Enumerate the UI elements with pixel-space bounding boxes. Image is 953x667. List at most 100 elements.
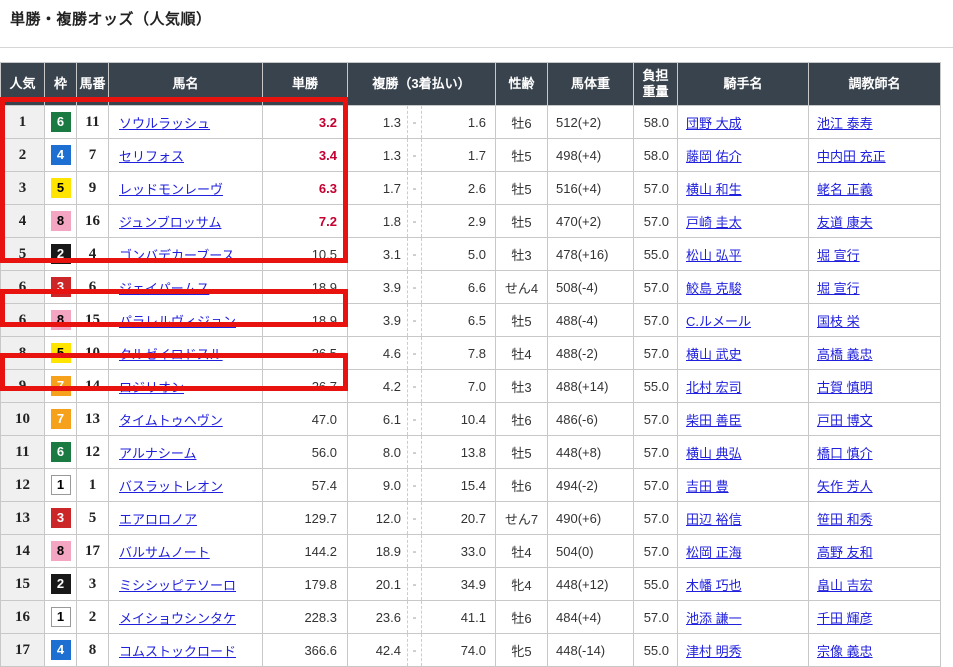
place-odds-low: 1.3 bbox=[348, 148, 407, 163]
place-odds-cell: 1.3-1.6 bbox=[348, 106, 496, 139]
horse-name-link[interactable]: メイショウシンタケ bbox=[119, 611, 236, 626]
jockey-name-link[interactable]: 北村 宏司 bbox=[686, 380, 742, 395]
trainer-name-link[interactable]: 友道 康夫 bbox=[817, 215, 873, 230]
horse-number: 11 bbox=[77, 106, 109, 139]
jockey-name-cell: 鮫島 克駿 bbox=[678, 271, 809, 304]
trainer-name-link[interactable]: 高橋 義忠 bbox=[817, 347, 873, 362]
horse-name-link[interactable]: ロジリオン bbox=[119, 380, 184, 395]
jockey-name-link[interactable]: 田辺 裕信 bbox=[686, 512, 742, 527]
frame-cell: 1 bbox=[45, 601, 77, 634]
horse-name-link[interactable]: ジュンブロッサム bbox=[119, 215, 221, 230]
trainer-name-link[interactable]: 池江 泰寿 bbox=[817, 116, 873, 131]
place-odds-low: 1.8 bbox=[348, 214, 407, 229]
place-odds-cell: 8.0-13.8 bbox=[348, 436, 496, 469]
trainer-name-link[interactable]: 畠山 吉宏 bbox=[817, 578, 873, 593]
popularity-rank: 8 bbox=[1, 337, 45, 370]
jockey-name-link[interactable]: 藤岡 佑介 bbox=[686, 149, 742, 164]
frame-cell: 4 bbox=[45, 634, 77, 667]
win-odds: 144.2 bbox=[263, 535, 348, 568]
place-odds-cell: 3.1-5.0 bbox=[348, 238, 496, 271]
horse-name-link[interactable]: レッドモンレーヴ bbox=[119, 182, 223, 197]
place-odds-separator: - bbox=[407, 403, 422, 435]
jockey-name-link[interactable]: 木幡 巧也 bbox=[686, 578, 742, 593]
horse-name-link[interactable]: セリフォス bbox=[119, 149, 184, 164]
frame-cell: 3 bbox=[45, 271, 77, 304]
trainer-name-cell: 千田 輝彦 bbox=[809, 601, 941, 634]
horse-weight: 504(0) bbox=[548, 535, 634, 568]
place-odds-range: 9.0-15.4 bbox=[348, 469, 495, 501]
frame-cell: 6 bbox=[45, 106, 77, 139]
trainer-name-link[interactable]: 橋口 慎介 bbox=[817, 446, 873, 461]
trainer-name-link[interactable]: 笹田 和秀 bbox=[817, 512, 873, 527]
trainer-name-link[interactable]: 千田 輝彦 bbox=[817, 611, 873, 626]
horse-name-link[interactable]: クルゼイロドスル bbox=[119, 347, 223, 362]
horse-name-cell: ゴンバデカーブース bbox=[109, 238, 263, 271]
frame-cell: 2 bbox=[45, 568, 77, 601]
horse-weight: 448(+12) bbox=[548, 568, 634, 601]
trainer-name-link[interactable]: 国枝 栄 bbox=[817, 314, 860, 329]
jockey-name-link[interactable]: 松岡 正海 bbox=[686, 545, 742, 560]
frame-badge: 5 bbox=[51, 178, 71, 198]
horse-name-link[interactable]: パラレルヴィジョン bbox=[119, 314, 236, 329]
trainer-name-link[interactable]: 戸田 博文 bbox=[817, 413, 873, 428]
horse-name-link[interactable]: ジェイパームス bbox=[119, 281, 209, 296]
horse-number: 7 bbox=[77, 139, 109, 172]
sex-age: 牡5 bbox=[496, 304, 548, 337]
horse-name-link[interactable]: バルサムノート bbox=[119, 545, 210, 560]
trainer-name-link[interactable]: 宗像 義忠 bbox=[817, 644, 873, 659]
horse-number: 12 bbox=[77, 436, 109, 469]
jockey-name-cell: 戸崎 圭太 bbox=[678, 205, 809, 238]
jockey-name-link[interactable]: 戸崎 圭太 bbox=[686, 215, 742, 230]
horse-name-link[interactable]: ミシシッピテソーロ bbox=[119, 578, 236, 593]
horse-number: 13 bbox=[77, 403, 109, 436]
place-odds-range: 1.8-2.9 bbox=[348, 205, 495, 237]
horse-name-link[interactable]: コムストックロード bbox=[119, 644, 236, 659]
horse-name-link[interactable]: エアロロノア bbox=[119, 512, 197, 527]
jockey-name-link[interactable]: 柴田 善臣 bbox=[686, 413, 742, 428]
jockey-name-link[interactable]: 鮫島 克駿 bbox=[686, 281, 742, 296]
table-row: 10713タイムトゥヘヴン47.06.1-10.4牡6486(-6)57.0柴田… bbox=[1, 403, 941, 436]
jockey-name-link[interactable]: 横山 和生 bbox=[686, 182, 742, 197]
place-odds-cell: 42.4-74.0 bbox=[348, 634, 496, 667]
jockey-name-link[interactable]: 津村 明秀 bbox=[686, 644, 742, 659]
horse-name-link[interactable]: バスラットレオン bbox=[119, 479, 223, 494]
place-odds-low: 3.9 bbox=[348, 280, 407, 295]
trainer-name-link[interactable]: 堀 宣行 bbox=[817, 281, 860, 296]
trainer-name-cell: 笹田 和秀 bbox=[809, 502, 941, 535]
horse-weight: 470(+2) bbox=[548, 205, 634, 238]
sex-age: 牡6 bbox=[496, 601, 548, 634]
horse-name-link[interactable]: ゴンバデカーブース bbox=[119, 248, 235, 263]
jockey-name-link[interactable]: 団野 大成 bbox=[686, 116, 742, 131]
horse-weight: 478(+16) bbox=[548, 238, 634, 271]
popularity-rank: 9 bbox=[1, 370, 45, 403]
frame-cell: 7 bbox=[45, 370, 77, 403]
place-odds-separator: - bbox=[407, 106, 422, 138]
place-odds-range: 3.9-6.6 bbox=[348, 271, 495, 303]
trainer-name-link[interactable]: 矢作 芳人 bbox=[817, 479, 873, 494]
jockey-name-link[interactable]: 松山 弘平 bbox=[686, 248, 742, 263]
horse-weight: 448(-14) bbox=[548, 634, 634, 667]
impost-weight: 55.0 bbox=[634, 370, 678, 403]
place-odds-range: 8.0-13.8 bbox=[348, 436, 495, 468]
sex-age: 牡4 bbox=[496, 535, 548, 568]
jockey-name-link[interactable]: 池添 謙一 bbox=[686, 611, 742, 626]
trainer-name-link[interactable]: 堀 宣行 bbox=[817, 248, 860, 263]
jockey-name-link[interactable]: 横山 武史 bbox=[686, 347, 742, 362]
trainer-name-link[interactable]: 高野 友和 bbox=[817, 545, 873, 560]
trainer-name-link[interactable]: 蛯名 正義 bbox=[817, 182, 873, 197]
jockey-name-link[interactable]: 吉田 豊 bbox=[686, 479, 729, 494]
horse-name-link[interactable]: タイムトゥヘヴン bbox=[119, 413, 223, 428]
frame-badge: 2 bbox=[51, 574, 71, 594]
horse-name-link[interactable]: ソウルラッシュ bbox=[119, 116, 210, 131]
trainer-name-link[interactable]: 中内田 充正 bbox=[817, 149, 886, 164]
horse-name-link[interactable]: アルナシーム bbox=[119, 446, 196, 461]
win-odds: 56.0 bbox=[263, 436, 348, 469]
table-row: 1335エアロロノア129.712.0-20.7せん7490(+6)57.0田辺… bbox=[1, 502, 941, 535]
frame-badge: 3 bbox=[51, 508, 71, 528]
frame-badge: 7 bbox=[51, 409, 71, 429]
trainer-name-link[interactable]: 古賀 慎明 bbox=[817, 380, 873, 395]
jockey-name-cell: 団野 大成 bbox=[678, 106, 809, 139]
jockey-name-link[interactable]: 横山 典弘 bbox=[686, 446, 742, 461]
jockey-name-link[interactable]: C.ルメール bbox=[686, 314, 751, 329]
impost-weight: 57.0 bbox=[634, 469, 678, 502]
